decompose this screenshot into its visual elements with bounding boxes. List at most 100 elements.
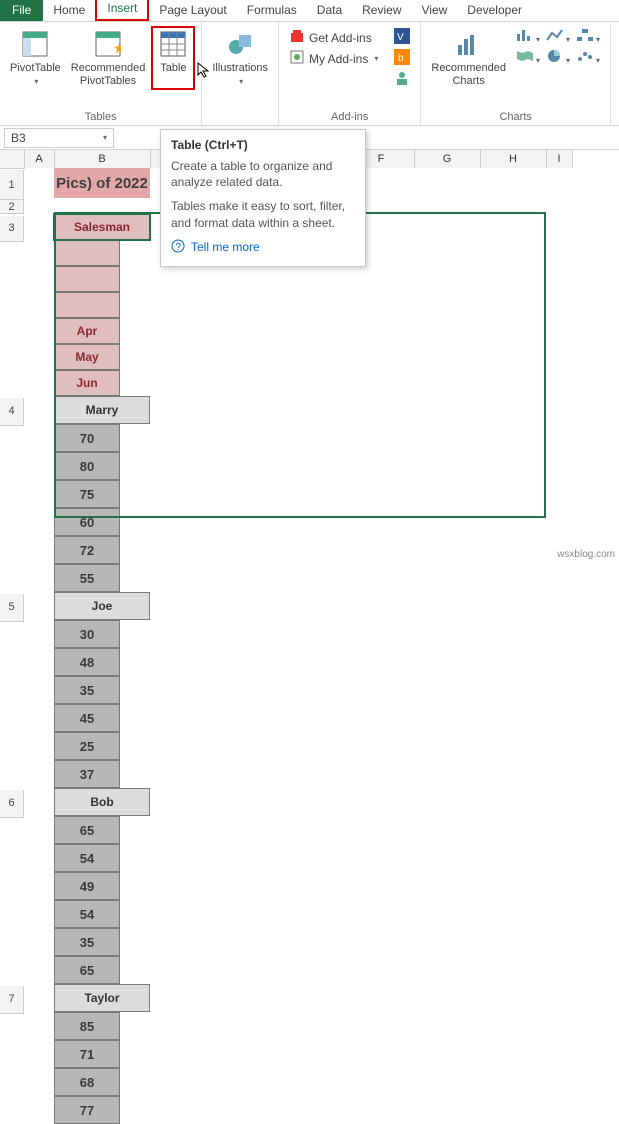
hierarchy-chart-icon[interactable]: ▾	[576, 28, 600, 45]
header-B[interactable]: Salesman	[54, 214, 150, 240]
data-D4[interactable]: 80	[54, 452, 120, 480]
header-C[interactable]	[54, 240, 120, 266]
cell-B2[interactable]	[54, 200, 150, 214]
cell-A1[interactable]	[24, 168, 54, 200]
data-D5[interactable]: 48	[54, 648, 120, 676]
data-F5[interactable]: 45	[54, 704, 120, 732]
svg-text:?: ?	[176, 242, 182, 253]
data-E6[interactable]: 49	[54, 872, 120, 900]
cell-I5[interactable]	[150, 592, 216, 788]
tab-data[interactable]: Data	[307, 0, 352, 21]
salesman-5[interactable]: Joe	[54, 592, 150, 620]
pie-chart-icon[interactable]: ▾	[546, 49, 570, 66]
header-F[interactable]: Apr	[54, 318, 120, 344]
people-addin-button[interactable]	[394, 70, 410, 89]
map-chart-icon[interactable]: ▾	[516, 49, 540, 66]
watermark: wsxblog.com	[557, 549, 615, 560]
header-G[interactable]: May	[54, 344, 120, 370]
cell-A4[interactable]	[24, 396, 54, 592]
bing-addin-button[interactable]: b	[394, 49, 410, 68]
row-header-7[interactable]: 7	[0, 986, 24, 1014]
col-header-H[interactable]: H	[480, 150, 546, 168]
name-box-value: B3	[11, 131, 26, 145]
data-E5[interactable]: 35	[54, 676, 120, 704]
cell-H2[interactable]	[480, 200, 546, 214]
bar-chart-icon[interactable]: ▾	[516, 28, 540, 45]
tab-insert[interactable]: Insert	[95, 0, 149, 21]
tab-home[interactable]: Home	[43, 0, 95, 21]
data-C4[interactable]: 70	[54, 424, 120, 452]
data-D7[interactable]: 71	[54, 1040, 120, 1068]
col-header-G[interactable]: G	[414, 150, 480, 168]
cell-G2[interactable]	[414, 200, 480, 214]
row-header-5[interactable]: 5	[0, 594, 24, 622]
cell-I2[interactable]	[546, 200, 572, 214]
cell-A7[interactable]	[24, 984, 54, 1124]
data-C6[interactable]: 65	[54, 816, 120, 844]
header-E[interactable]	[54, 292, 120, 318]
row-header-4[interactable]: 4	[0, 398, 24, 426]
get-addins-label: Get Add-ins	[309, 31, 372, 45]
data-H6[interactable]: 65	[54, 956, 120, 984]
my-addins-label: My Add-ins	[309, 52, 368, 66]
header-H[interactable]: Jun	[54, 370, 120, 396]
tab-pagelayout[interactable]: Page Layout	[149, 0, 236, 21]
recommended-charts-button[interactable]: Recommended Charts	[427, 26, 510, 90]
illustrations-button[interactable]: Illustrations ▾	[208, 26, 272, 90]
line-chart-icon[interactable]: ▾	[546, 28, 570, 45]
tooltip-title: Table (Ctrl+T)	[171, 138, 355, 152]
data-G4[interactable]: 72	[54, 536, 120, 564]
col-header-B[interactable]: B	[54, 150, 150, 168]
recommended-pivottables-button[interactable]: ★ Recommended PivotTables	[67, 26, 150, 90]
tell-me-more-link[interactable]: ? Tell me more	[171, 239, 355, 256]
data-H4[interactable]: 55	[54, 564, 120, 592]
salesman-6[interactable]: Bob	[54, 788, 150, 816]
col-header-I[interactable]: I	[546, 150, 572, 168]
cell-A3[interactable]	[24, 214, 54, 396]
cell-I7[interactable]	[150, 984, 216, 1124]
cell-I4[interactable]	[150, 396, 216, 592]
visio-addin-button[interactable]: V	[394, 28, 410, 47]
row-header-6[interactable]: 6	[0, 790, 24, 818]
salesman-4[interactable]: Marry	[54, 396, 150, 424]
cell-A6[interactable]	[24, 788, 54, 984]
data-D6[interactable]: 54	[54, 844, 120, 872]
pivottable-icon	[19, 28, 51, 60]
pivottable-button[interactable]: PivotTable ▾	[6, 26, 65, 90]
row-header-3[interactable]: 3	[0, 216, 24, 242]
data-C7[interactable]: 85	[54, 1012, 120, 1040]
title-cell[interactable]: Pics) of 2022	[54, 168, 150, 198]
table-button[interactable]: Table	[151, 26, 195, 90]
data-G6[interactable]: 35	[54, 928, 120, 956]
scatter-chart-icon[interactable]: ▾	[576, 49, 600, 66]
col-header-A[interactable]: A	[24, 150, 54, 168]
data-F7[interactable]: 77	[54, 1096, 120, 1124]
select-all-corner[interactable]	[0, 150, 24, 168]
cell-A5[interactable]	[24, 592, 54, 788]
cell-I6[interactable]	[150, 788, 216, 984]
ribbon-group-tables: PivotTable ▾ ★ Recommended PivotTables T…	[0, 22, 202, 125]
tab-formulas[interactable]: Formulas	[237, 0, 307, 21]
pivottable-label: PivotTable	[10, 62, 61, 75]
data-E4[interactable]: 75	[54, 480, 120, 508]
data-H5[interactable]: 37	[54, 760, 120, 788]
data-C5[interactable]: 30	[54, 620, 120, 648]
header-D[interactable]	[54, 266, 120, 292]
visio-icon: V	[394, 28, 410, 47]
tab-developer[interactable]: Developer	[457, 0, 532, 21]
data-F4[interactable]: 60	[54, 508, 120, 536]
illustrations-icon	[224, 28, 256, 60]
my-addins-button[interactable]: My Add-ins ▾	[289, 49, 378, 68]
tab-view[interactable]: View	[412, 0, 458, 21]
data-E7[interactable]: 68	[54, 1068, 120, 1096]
data-F6[interactable]: 54	[54, 900, 120, 928]
tab-file[interactable]: File	[0, 0, 43, 21]
cell-A2[interactable]	[24, 200, 54, 214]
row-header-1[interactable]: 1	[0, 170, 24, 200]
get-addins-button[interactable]: Get Add-ins	[289, 28, 372, 47]
data-G5[interactable]: 25	[54, 732, 120, 760]
tab-review[interactable]: Review	[352, 0, 411, 21]
row-header-2[interactable]: 2	[0, 200, 24, 214]
salesman-7[interactable]: Taylor	[54, 984, 150, 1012]
name-box[interactable]: B3 ▾	[4, 128, 114, 148]
